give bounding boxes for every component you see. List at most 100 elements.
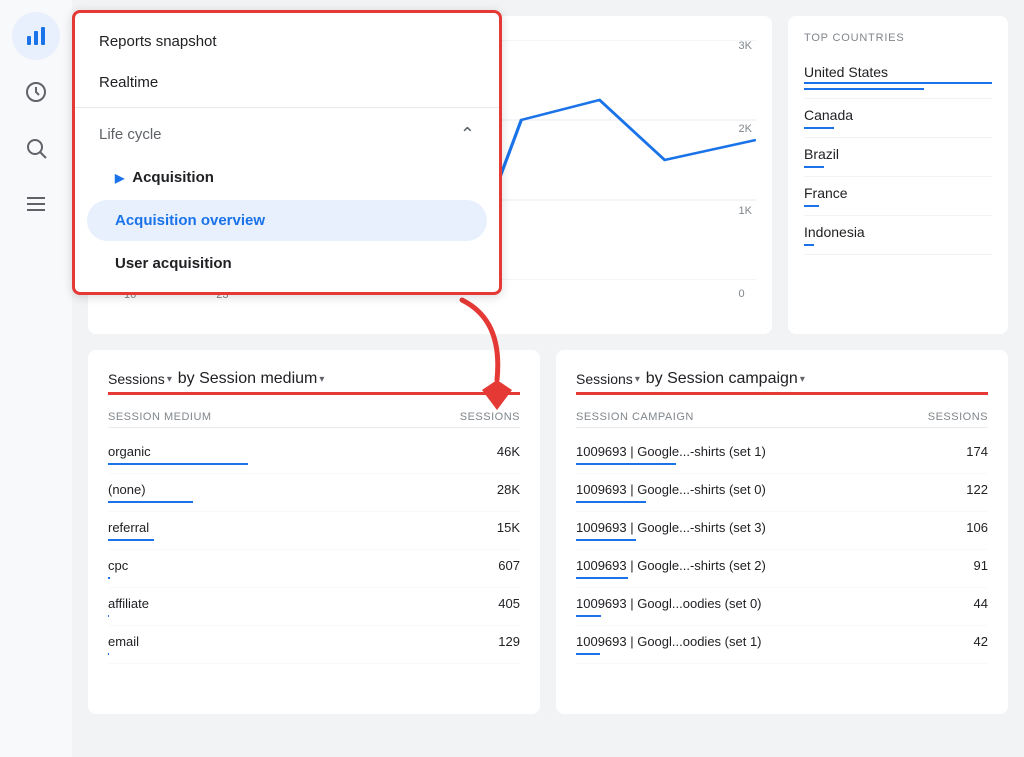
- row-value: 607: [498, 558, 520, 573]
- row-label: 1009693 | Google...-shirts (set 2): [576, 558, 766, 573]
- row-label: (none): [108, 482, 193, 497]
- y-label-0: 0: [739, 288, 752, 300]
- row-left: referral: [108, 520, 154, 541]
- country-name-france: France: [804, 185, 992, 201]
- country-item-indonesia[interactable]: Indonesia: [804, 216, 992, 255]
- row-left: 1009693 | Googl...oodies (set 0): [576, 596, 762, 617]
- row-bar: [576, 463, 676, 465]
- nav-acquisition-overview-label: Acquisition overview: [115, 212, 265, 229]
- row-label: cpc: [108, 558, 128, 573]
- nav-acquisition-overview[interactable]: Acquisition overview: [87, 200, 487, 241]
- row-label: referral: [108, 520, 154, 535]
- y-label-1k: 1K: [739, 205, 752, 217]
- country-bar-france: [804, 205, 819, 207]
- row-left: 1009693 | Google...-shirts (set 3): [576, 520, 766, 541]
- row-left: 1009693 | Google...-shirts (set 2): [576, 558, 766, 579]
- row-bar: [108, 463, 248, 465]
- nav-acquisition-label: Acquisition: [132, 169, 214, 186]
- row-left: 1009693 | Google...-shirts (set 0): [576, 482, 766, 503]
- sidebar-icon-reports[interactable]: [12, 12, 60, 60]
- row-bar: [108, 653, 109, 655]
- row-left: organic: [108, 444, 248, 465]
- country-item-canada[interactable]: Canada: [804, 99, 992, 138]
- row-value: 106: [966, 520, 988, 535]
- sessions-campaign-card: Sessions ▾ by Session campaign ▾ SESSION…: [556, 350, 1008, 714]
- medium-sessions-dropdown-icon: ▾: [167, 374, 172, 385]
- campaign-table-header: SESSION CAMPAIGN SESSIONS: [576, 411, 988, 428]
- sidebar-icon-realtime[interactable]: [12, 68, 60, 116]
- row-bar: [576, 539, 636, 541]
- nav-reports-snapshot[interactable]: Reports snapshot: [75, 21, 499, 62]
- nav-realtime[interactable]: Realtime: [75, 62, 499, 103]
- row-value: 405: [498, 596, 520, 611]
- country-name-brazil: Brazil: [804, 146, 992, 162]
- country-bar-indonesia: [804, 244, 814, 246]
- medium-table-header: SESSION MEDIUM SESSIONS: [108, 411, 520, 428]
- sessions-medium-card: Sessions ▾ by Session medium ▾ SESSION M…: [88, 350, 540, 714]
- countries-card: TOP COUNTRIES United States Canada Brazi…: [788, 16, 1008, 334]
- y-label-3k: 3K: [739, 40, 752, 52]
- row-label: 1009693 | Googl...oodies (set 0): [576, 596, 762, 611]
- country-name-indonesia: Indonesia: [804, 224, 992, 240]
- campaign-card-title-row: Sessions ▾ by Session campaign ▾: [576, 370, 988, 388]
- campaign-sessions-col-header: SESSIONS: [928, 411, 988, 423]
- campaign-card-title: by Session campaign: [646, 370, 798, 388]
- row-label: 1009693 | Google...-shirts (set 0): [576, 482, 766, 497]
- nav-arrow-icon: ▶: [115, 171, 124, 185]
- nav-acquisition[interactable]: ▶ Acquisition: [75, 157, 499, 198]
- medium-title-dropdown-icon: ▾: [319, 374, 324, 385]
- sidebar-icon-explore[interactable]: [12, 124, 60, 172]
- campaign-col-header: SESSION CAMPAIGN: [576, 411, 694, 423]
- row-value: 15K: [497, 520, 520, 535]
- sidebar-icon-list[interactable]: [12, 180, 60, 228]
- country-item-france[interactable]: France: [804, 177, 992, 216]
- country-name-us: United States: [804, 64, 992, 84]
- table-row: 1009693 | Googl...oodies (set 0) 44: [576, 588, 988, 626]
- country-bar-brazil: [804, 166, 824, 168]
- row-value: 91: [974, 558, 988, 573]
- table-row: 1009693 | Googl...oodies (set 1) 42: [576, 626, 988, 664]
- nav-divider: [75, 107, 499, 108]
- campaign-card-sessions-label[interactable]: Sessions: [576, 371, 633, 387]
- row-value: 44: [974, 596, 988, 611]
- table-row: referral 15K: [108, 512, 520, 550]
- row-value: 46K: [497, 444, 520, 459]
- table-row: organic 46K: [108, 436, 520, 474]
- row-bar: [576, 653, 600, 655]
- row-label: 1009693 | Googl...oodies (set 1): [576, 634, 762, 649]
- medium-card-sessions-label[interactable]: Sessions: [108, 371, 165, 387]
- country-bar-canada: [804, 127, 834, 129]
- nav-user-acquisition-label: User acquisition: [115, 255, 232, 272]
- table-row: 1009693 | Google...-shirts (set 2) 91: [576, 550, 988, 588]
- table-row: 1009693 | Google...-shirts (set 3) 106: [576, 512, 988, 550]
- nav-lifecycle-label: Life cycle: [99, 126, 162, 143]
- medium-col-header: SESSION MEDIUM: [108, 411, 212, 423]
- row-value: 28K: [497, 482, 520, 497]
- row-bar: [108, 539, 154, 541]
- nav-lifecycle-header[interactable]: Life cycle ⌃: [75, 112, 499, 157]
- campaign-card-underline: [576, 392, 988, 395]
- medium-card-title: by Session medium: [178, 370, 318, 388]
- y-label-2k: 2K: [739, 123, 752, 135]
- row-value: 122: [966, 482, 988, 497]
- row-left: 1009693 | Google...-shirts (set 1): [576, 444, 766, 465]
- table-row: (none) 28K: [108, 474, 520, 512]
- row-left: (none): [108, 482, 193, 503]
- row-left: email: [108, 634, 139, 655]
- sidebar: [0, 0, 72, 757]
- table-row: 1009693 | Google...-shirts (set 1) 174: [576, 436, 988, 474]
- row-value: 174: [966, 444, 988, 459]
- nav-user-acquisition[interactable]: User acquisition: [75, 243, 499, 284]
- country-item-brazil[interactable]: Brazil: [804, 138, 992, 177]
- row-left: affiliate: [108, 596, 149, 617]
- medium-card-underline: [108, 392, 520, 395]
- country-item-us[interactable]: United States: [804, 56, 992, 99]
- row-label: 1009693 | Google...-shirts (set 1): [576, 444, 766, 459]
- row-bar: [108, 577, 110, 579]
- table-row: cpc 607: [108, 550, 520, 588]
- row-bar: [576, 577, 628, 579]
- medium-card-title-row: Sessions ▾ by Session medium ▾: [108, 370, 520, 388]
- campaign-title-dropdown-icon: ▾: [800, 374, 805, 385]
- country-name-canada: Canada: [804, 107, 992, 123]
- row-label: affiliate: [108, 596, 149, 611]
